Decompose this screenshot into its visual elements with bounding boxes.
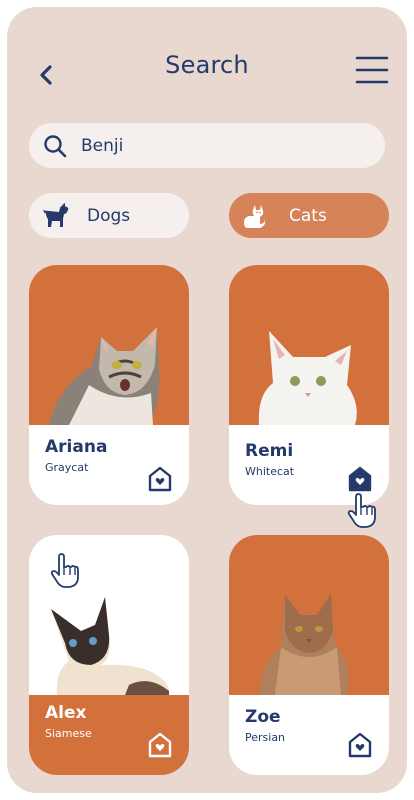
pet-card-remi[interactable]: Remi Whitecat	[229, 265, 389, 505]
cat-icon	[244, 204, 266, 228]
pet-breed: Siamese	[45, 727, 92, 740]
page-title: Search	[165, 51, 249, 79]
heart-home-icon[interactable]	[347, 731, 373, 759]
pet-name: Ariana	[45, 437, 108, 457]
search-icon	[44, 134, 67, 157]
cat-photo-persian	[259, 593, 349, 695]
heart-home-icon[interactable]	[347, 465, 373, 493]
menu-button[interactable]	[355, 53, 389, 87]
pet-name: Zoe	[245, 707, 281, 727]
cat-photo-siamese	[51, 597, 170, 695]
phone-screen: Search Dogs Cats	[7, 7, 407, 793]
category-cats-button[interactable]: Cats	[229, 193, 389, 238]
pet-name: Remi	[245, 441, 294, 461]
hamburger-menu-icon	[355, 56, 389, 84]
pet-card-zoe[interactable]: Zoe Persian	[229, 535, 389, 775]
cat-photo-graycat	[49, 327, 160, 425]
category-dogs-label: Dogs	[87, 205, 131, 226]
search-input[interactable]	[81, 135, 361, 156]
pet-name: Alex	[45, 703, 87, 723]
pet-breed: Persian	[245, 731, 286, 744]
search-bar[interactable]	[29, 123, 385, 168]
pointer-hand-icon	[347, 493, 376, 528]
heart-home-icon[interactable]	[147, 465, 173, 493]
pet-card-alex[interactable]: Alex Siamese	[29, 535, 189, 775]
category-dogs-button[interactable]: Dogs	[29, 193, 189, 238]
cat-photo-whitecat	[258, 331, 357, 425]
pet-card-ariana[interactable]: Ariana Graycat	[29, 265, 189, 505]
category-cats-label: Cats	[289, 205, 327, 226]
pet-breed: Graycat	[45, 461, 89, 474]
heart-home-icon[interactable]	[147, 731, 173, 759]
dog-icon	[43, 202, 69, 227]
pet-breed: Whitecat	[245, 465, 295, 478]
